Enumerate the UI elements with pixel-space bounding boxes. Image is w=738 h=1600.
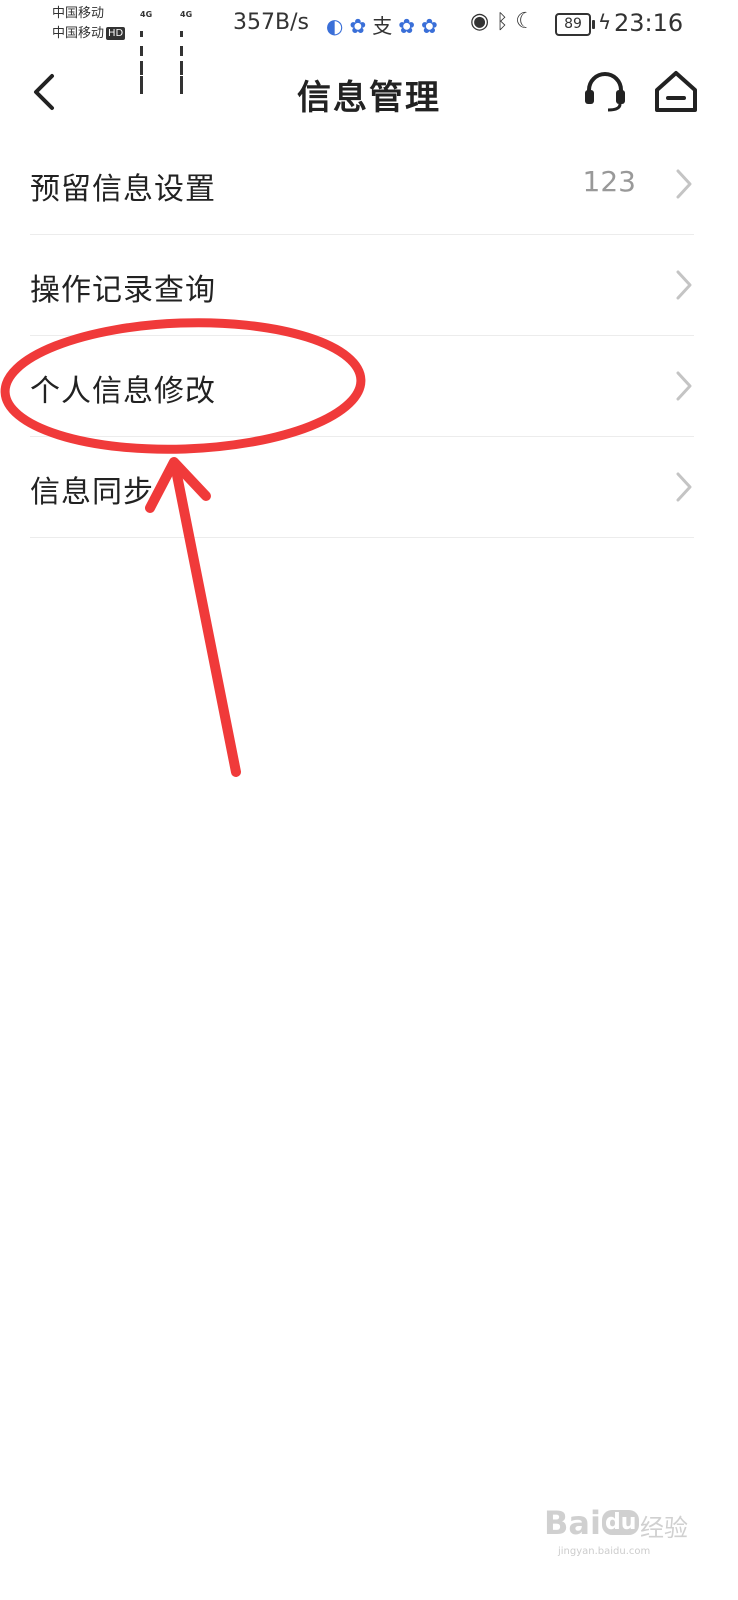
notification-icons: ◐✿支✿✿ bbox=[326, 10, 444, 39]
chevron-right-icon bbox=[676, 472, 692, 502]
menu-item-reserved-info[interactable]: 预留信息设置 123 bbox=[30, 134, 694, 235]
network-speed: 357B/s bbox=[233, 10, 309, 35]
chevron-right-icon bbox=[676, 270, 692, 300]
watermark-text: 经验 bbox=[640, 1514, 688, 1542]
menu-item-label: 预留信息设置 bbox=[30, 172, 216, 207]
paw-icon: ✿ bbox=[420, 14, 444, 38]
bluetooth-icon: ᛒ bbox=[496, 9, 509, 33]
menu-item-operation-log[interactable]: 操作记录查询 bbox=[30, 235, 694, 336]
menu-item-label: 个人信息修改 bbox=[30, 374, 216, 409]
carrier-names: 中国移动 中国移动 HD bbox=[52, 4, 126, 44]
menu-item-info-sync[interactable]: 信息同步 bbox=[30, 437, 694, 538]
battery-icon: 89 bbox=[555, 13, 595, 36]
carrier-1: 中国移动 bbox=[52, 6, 105, 21]
browser-icon: ◐ bbox=[326, 14, 350, 38]
watermark-url: jingyan.baidu.com bbox=[558, 1546, 651, 1557]
headset-icon[interactable] bbox=[582, 68, 628, 114]
home-icon[interactable] bbox=[652, 68, 700, 114]
menu-item-label: 信息同步 bbox=[30, 475, 154, 510]
paw-icon: ✿ bbox=[349, 14, 373, 38]
eye-icon: ◉ bbox=[470, 9, 490, 34]
charging-icon: ϟ bbox=[598, 10, 612, 34]
menu-item-label: 操作记录查询 bbox=[30, 273, 216, 308]
status-bar: 中国移动 中国移动 HD 4G 4G 357B/s ◐✿支✿✿ ◉ ᛒ ☾ 89 … bbox=[0, 0, 738, 94]
menu-item-edit-personal-info[interactable]: 个人信息修改 bbox=[30, 336, 694, 437]
chevron-right-icon bbox=[676, 169, 692, 199]
clock: 23:16 bbox=[614, 9, 684, 37]
info-menu-list: 预留信息设置 123 操作记录查询 个人信息修改 信息同步 bbox=[30, 134, 694, 538]
menu-item-value: 123 bbox=[582, 165, 636, 198]
moon-icon: ☾ bbox=[515, 9, 535, 34]
hd-badge: HD bbox=[106, 27, 126, 40]
carrier-2: 中国移动 bbox=[52, 26, 105, 41]
chevron-right-icon bbox=[676, 371, 692, 401]
baidu-watermark: Bai du 经验 jingyan.baidu.com bbox=[544, 1504, 694, 1564]
paw-icon: ✿ bbox=[398, 14, 421, 38]
watermark-brand: Bai bbox=[544, 1504, 601, 1542]
system-icons: ◉ ᛒ ☾ bbox=[470, 9, 535, 34]
nav-header: 信息管理 bbox=[0, 50, 738, 134]
watermark-brand-2: du bbox=[602, 1510, 640, 1535]
alipay-icon: 支 bbox=[372, 14, 399, 38]
